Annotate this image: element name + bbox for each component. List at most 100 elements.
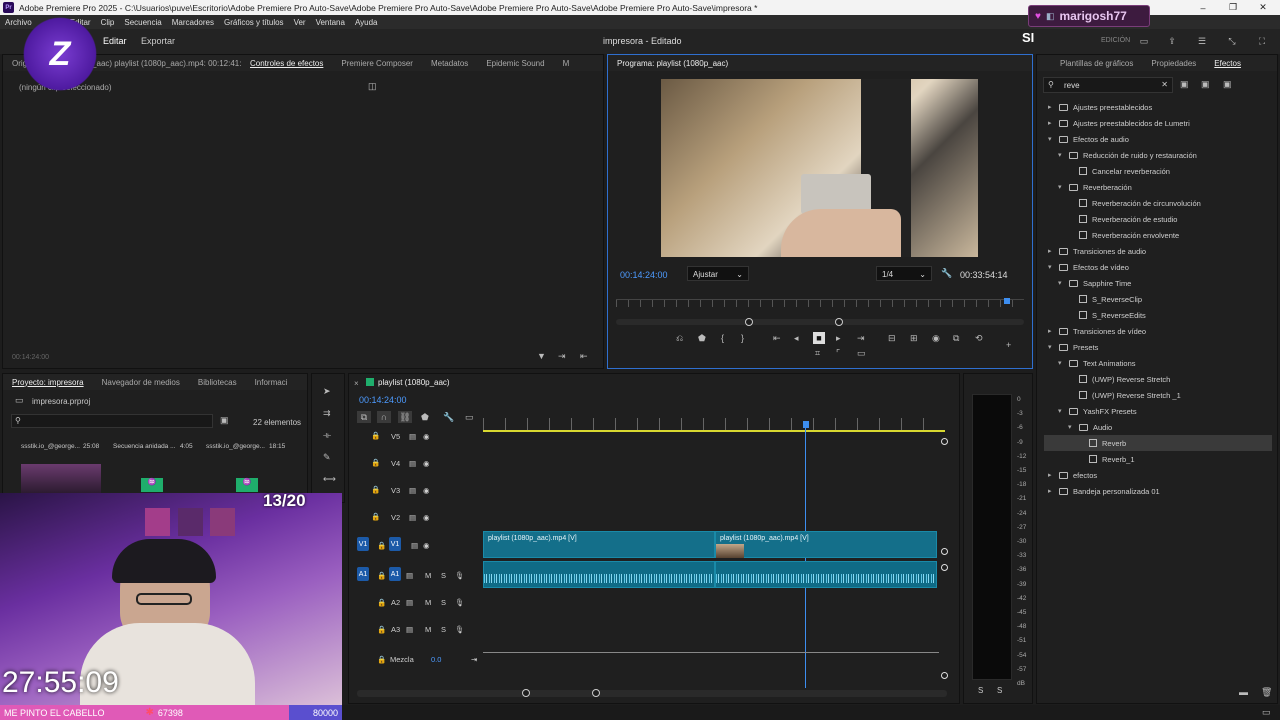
microphone-icon[interactable]: 🎙 <box>455 571 465 580</box>
add-marker-icon[interactable]: ⬟ <box>421 412 429 423</box>
tab-libraries[interactable]: Bibliotecas <box>189 378 246 387</box>
chevron-down-icon[interactable]: ▾ <box>1058 359 1066 367</box>
selection-tool-icon[interactable]: ➤ <box>323 386 331 397</box>
lock-icon[interactable]: 🔒 <box>371 458 380 467</box>
solo-left[interactable]: S <box>978 686 983 695</box>
effects-tree-item[interactable]: ▾ Reverberación <box>1044 179 1132 195</box>
list-icon[interactable]: ☰ <box>1196 34 1208 48</box>
lock-icon[interactable]: 🔒 <box>377 571 386 580</box>
effects-tree-item[interactable]: ▸ Ajustes preestablecidos de Lumetri <box>1044 115 1190 131</box>
lock-icon[interactable]: 🔒 <box>377 598 386 607</box>
fit-dropdown[interactable]: Ajustar ⌄ <box>687 266 749 281</box>
effects-tree-item[interactable]: ▾ Audio <box>1044 419 1112 435</box>
tab-graphics-templates[interactable]: Plantillas de gráficos <box>1051 59 1142 68</box>
edit-tab[interactable]: Editar <box>103 36 127 46</box>
tab-media-browser[interactable]: Navegador de medios <box>93 378 189 387</box>
lock-icon[interactable]: 🔒 <box>371 485 380 494</box>
timeline-zoom-right[interactable] <box>592 689 600 697</box>
chevron-down-icon[interactable]: ▾ <box>1058 279 1066 287</box>
zoom-scrollbar[interactable] <box>616 319 1024 325</box>
chevron-right-icon[interactable]: ▸ <box>1048 103 1056 111</box>
effects-tree-item[interactable]: ▸ Transiciones de audio <box>1044 243 1146 259</box>
project-item-name[interactable]: ssstik.io_@george... <box>206 443 265 450</box>
sync-icon[interactable]: ▤ <box>409 486 416 495</box>
effects-tree-item[interactable]: ▸ Transiciones de vídeo <box>1044 323 1146 339</box>
menu-ver[interactable]: Ver <box>289 18 311 27</box>
mix-value[interactable]: 0.0 <box>431 655 441 664</box>
new-bin-icon[interactable]: ▬ <box>1239 687 1248 697</box>
mark-out-icon[interactable]: } <box>741 333 744 343</box>
panel-layout-icon[interactable]: ▭ <box>1138 34 1150 48</box>
chevron-down-icon[interactable]: ▾ <box>1048 135 1056 143</box>
timeline-zoom-left[interactable] <box>522 689 530 697</box>
export-tab[interactable]: Exportar <box>141 36 175 46</box>
eye-icon[interactable]: ◉ <box>423 541 430 550</box>
chevron-down-icon[interactable]: ▾ <box>1048 263 1056 271</box>
video-clip[interactable]: playlist (1080p_aac).mp4 [V] <box>483 531 715 558</box>
effects-tree-item[interactable]: Reverb_1 <box>1044 451 1135 467</box>
maximize-icon[interactable]: ❐ <box>1218 0 1248 15</box>
sequence-tab[interactable]: playlist (1080p_aac) <box>378 378 450 387</box>
sync-icon[interactable]: ▤ <box>409 513 416 522</box>
menu-ayuda[interactable]: Ayuda <box>350 18 383 27</box>
mark-in-icon[interactable]: { <box>721 333 724 343</box>
vertical-scroll-handle[interactable] <box>941 548 948 555</box>
resolution-dropdown[interactable]: 1/4 ⌄ <box>876 266 932 281</box>
effects-search-input[interactable]: ⚲ reve ✕ <box>1043 77 1173 93</box>
fullscreen-icon[interactable]: ⛶ <box>1256 34 1268 48</box>
effects-tree-item[interactable]: Reverberación envolvente <box>1044 227 1179 243</box>
source-patch-v1[interactable]: V1 <box>357 537 369 551</box>
vertical-scroll-handle[interactable] <box>941 564 948 571</box>
track-target-v1[interactable]: V1 <box>389 537 401 551</box>
32bit-effects-icon[interactable]: ▣ <box>1201 79 1210 90</box>
audio-clip[interactable] <box>483 561 715 588</box>
menu-clip[interactable]: Clip <box>96 18 120 27</box>
bin-icon[interactable]: ▣ <box>220 415 229 426</box>
sync-icon[interactable]: ▤ <box>409 459 416 468</box>
program-time-ruler[interactable] <box>616 299 1024 307</box>
effects-tree-item[interactable]: ▾ YashFX Presets <box>1044 403 1137 419</box>
effects-tree-item[interactable]: ▾ Reducción de ruido y restauración <box>1044 147 1197 163</box>
project-item-name[interactable]: ssstik.io_@george... <box>21 443 80 450</box>
share-icon[interactable]: ⇪ <box>1166 34 1178 48</box>
lock-icon[interactable]: 🔒 <box>371 431 380 440</box>
timeline-playhead[interactable] <box>803 421 809 428</box>
effects-tree-item[interactable]: S_ReverseClip <box>1044 291 1142 307</box>
safe-margins-icon[interactable]: ⌗ <box>815 348 820 359</box>
snap-icon[interactable]: ∩ <box>377 411 391 423</box>
go-to-out-icon[interactable]: ⇥ <box>857 333 865 344</box>
chevron-down-icon[interactable]: ▾ <box>1068 423 1076 431</box>
tab-info[interactable]: Informaci <box>246 378 297 387</box>
panel-toggle-icon[interactable]: ◫ <box>368 81 377 92</box>
solo-icon[interactable]: S <box>441 598 446 607</box>
play-stop-icon[interactable]: ■ <box>813 332 825 344</box>
track-target-a1[interactable]: A1 <box>389 567 401 581</box>
timeline-ruler[interactable] <box>483 418 945 432</box>
effects-tree-item[interactable]: ▸ Bandeja personalizada 01 <box>1044 483 1160 499</box>
chevron-right-icon[interactable]: ▸ <box>1048 327 1056 335</box>
sync-icon[interactable]: ▤ <box>409 432 416 441</box>
camera-icon[interactable]: ◉ <box>932 333 940 344</box>
sync-icon[interactable]: ▤ <box>406 625 413 634</box>
go-to-in-icon[interactable]: ⇤ <box>773 333 781 344</box>
program-playhead[interactable] <box>1004 298 1010 304</box>
effects-tree-item[interactable]: ▸ efectos <box>1044 467 1097 483</box>
overwrite-icon[interactable]: ⇤ <box>580 351 588 362</box>
menu-graficos[interactable]: Gráficos y títulos <box>219 18 289 27</box>
tab-properties[interactable]: Propiedades <box>1142 59 1205 68</box>
eye-icon[interactable]: ◉ <box>423 513 430 522</box>
lock-icon[interactable]: 🔒 <box>377 541 386 550</box>
menu-secuencia[interactable]: Secuencia <box>119 18 166 27</box>
tab-more[interactable]: M <box>554 59 579 68</box>
mute-icon[interactable]: M <box>425 571 431 580</box>
close-tab-icon[interactable]: × <box>354 379 359 388</box>
effects-tree-item[interactable]: ▾ Sapphire Time <box>1044 275 1131 291</box>
timeline-scrollbar[interactable] <box>357 690 947 697</box>
extract-icon[interactable]: ⊞ <box>910 333 918 344</box>
chevron-down-icon[interactable]: ▾ <box>1058 407 1066 415</box>
solo-icon[interactable]: S <box>441 571 446 580</box>
tab-effects[interactable]: Efectos <box>1205 59 1250 68</box>
ripple-edit-icon[interactable]: ⟛ <box>323 430 331 441</box>
effects-tree-item[interactable]: S_ReverseEdits <box>1044 307 1146 323</box>
effects-tree-item[interactable]: ▸ Ajustes preestablecidos <box>1044 99 1152 115</box>
